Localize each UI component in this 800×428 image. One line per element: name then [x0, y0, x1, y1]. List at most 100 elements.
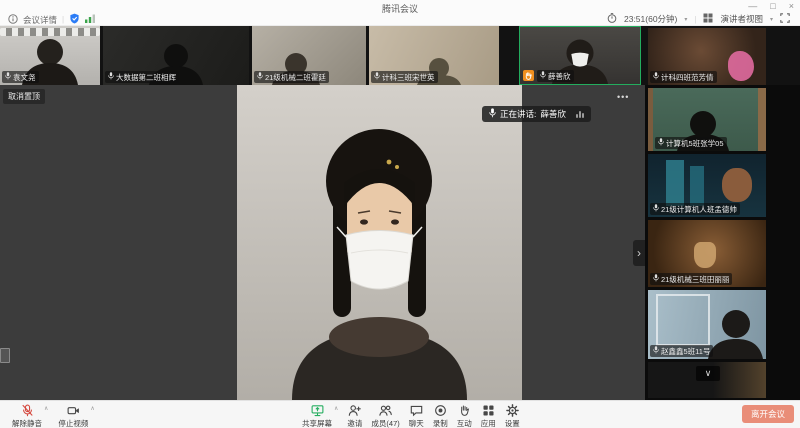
view-mode-caret-icon[interactable]: ▾: [770, 16, 773, 23]
video-tile[interactable]: 计算机5班张学05: [648, 88, 766, 151]
share-screen-icon: [311, 404, 324, 417]
background-object: [728, 51, 754, 81]
participant-nametag: 赵鑫鑫5班11号: [650, 345, 714, 357]
background-building: [666, 160, 684, 206]
hand-interact-icon: [458, 404, 471, 417]
unpin-button[interactable]: 取消置顶: [3, 89, 45, 104]
main-speaker-video[interactable]: [237, 85, 522, 400]
mic-icon: [257, 72, 263, 82]
toolbar-center-group: 共享屏幕 ∧ 邀请 成员(47) 聊天 录制 互动 应用 设置: [302, 404, 520, 428]
chat-button[interactable]: 聊天: [409, 404, 424, 428]
video-tile-active-speaker[interactable]: 薛善欣: [519, 26, 641, 85]
muted-mic-icon: [21, 404, 34, 417]
fullscreen-icon[interactable]: [780, 13, 790, 25]
share-screen-button[interactable]: 共享屏幕: [302, 404, 332, 428]
security-shield-icon[interactable]: [69, 13, 80, 26]
speaking-label: 正在讲话:: [500, 109, 537, 119]
invite-label: 邀请: [347, 419, 363, 428]
mic-icon: [5, 72, 11, 82]
speaking-indicator: 正在讲话: 薛善欣: [482, 106, 591, 122]
mic-options-caret-icon[interactable]: ∧: [44, 405, 48, 412]
record-label: 录制: [432, 419, 448, 428]
toolbar-left-group: 解除静音 ∧ 停止视频 ∧: [12, 404, 95, 428]
participant-nametag: 计科四班范芳倩: [650, 71, 717, 83]
view-mode-selector[interactable]: 演讲者视图: [720, 13, 763, 25]
participant-nametag: 计算机5班张学05: [655, 137, 727, 149]
mic-icon: [374, 72, 380, 82]
minimize-button[interactable]: —: [748, 1, 757, 11]
mic-icon: [540, 71, 546, 81]
video-tile[interactable]: 袁文尧: [0, 26, 100, 85]
participant-name: 21级机械二班霍廷: [265, 72, 326, 82]
participant-name: 计科四班范芳倩: [661, 72, 714, 82]
apps-button[interactable]: 应用: [481, 404, 496, 428]
members-button[interactable]: 成员(47): [371, 404, 400, 428]
video-tile[interactable]: 21级计算机人班孟德帅: [648, 154, 766, 217]
timer-icon: [607, 13, 617, 25]
video-tile[interactable]: 大数据第二班相辉: [103, 26, 249, 85]
mini-panel-icon[interactable]: [0, 348, 10, 363]
title-bar: 腾讯会议 — □ × 会议详情 | 23:51(60分钟) ▾ | 演讲者视图 …: [0, 0, 800, 26]
participant-face: [722, 168, 752, 202]
scroll-down-chevron-icon[interactable]: ∨: [696, 366, 720, 381]
divider: |: [694, 14, 697, 24]
participant-name: 计算机5班张学05: [666, 138, 724, 148]
video-options-caret-icon[interactable]: ∧: [90, 405, 94, 412]
close-button[interactable]: ×: [789, 1, 794, 11]
share-options-caret-icon[interactable]: ∧: [334, 405, 338, 412]
video-tile[interactable]: 赵鑫鑫5班11号: [648, 290, 766, 359]
sidebar-collapse-chevron-icon[interactable]: ›: [633, 240, 645, 266]
chat-bubble-icon: [410, 404, 423, 417]
chat-label: 聊天: [408, 419, 424, 428]
participant-name: 21级计算机人班孟德帅: [661, 204, 737, 214]
speaker-portrait: [292, 129, 467, 400]
interact-label: 互动: [456, 419, 472, 428]
interact-button[interactable]: 互动: [457, 404, 472, 428]
participant-name: 赵鑫鑫5班11号: [661, 346, 711, 356]
network-signal-icon[interactable]: [85, 14, 96, 25]
raised-hand-badge: [523, 70, 534, 81]
settings-button[interactable]: 设置: [505, 404, 520, 428]
video-tile[interactable]: 计科四班范芳倩: [648, 28, 766, 85]
share-screen-label: 共享屏幕: [302, 419, 332, 428]
participant-name: 21级机械三班田丽丽: [661, 274, 730, 284]
mic-icon: [653, 346, 659, 356]
background-object: [694, 242, 716, 268]
video-tile[interactable]: 计科三班宋世英: [369, 26, 499, 85]
record-button[interactable]: 录制: [433, 404, 448, 428]
camera-icon: [67, 404, 80, 417]
background-building: [690, 166, 704, 206]
duration-caret-icon[interactable]: ▾: [684, 16, 687, 23]
participant-nametag: 计科三班宋世英: [371, 71, 438, 83]
record-icon: [434, 404, 447, 417]
mic-icon: [108, 72, 114, 82]
voice-level-icon: [575, 110, 584, 118]
stop-video-button[interactable]: 停止视频: [58, 404, 88, 428]
window-controls: — □ ×: [748, 1, 794, 11]
participant-name: 计科三班宋世英: [382, 72, 435, 82]
meeting-duration: 23:51(60分钟): [623, 14, 678, 24]
stop-video-label: 停止视频: [58, 419, 89, 428]
members-icon: [379, 404, 392, 417]
leave-meeting-button[interactable]: 离开会议: [742, 405, 794, 423]
mic-icon: [653, 204, 659, 214]
meeting-details-link[interactable]: 会议详情: [23, 14, 57, 26]
members-label: 成员(47): [371, 419, 400, 428]
speaking-name: 薛善欣: [540, 109, 566, 119]
invite-button[interactable]: 邀请: [347, 404, 362, 428]
info-icon: [8, 13, 18, 26]
maximize-button[interactable]: □: [770, 1, 775, 11]
video-tile[interactable]: 21级机械三班田丽丽: [648, 220, 766, 287]
apps-label: 应用: [480, 419, 496, 428]
more-options-icon[interactable]: •••: [612, 90, 634, 104]
participant-name: 大数据第二班相辉: [116, 72, 176, 82]
meeting-info-group: 会议详情 |: [8, 13, 96, 26]
video-tile[interactable]: 21级机械二班霍廷: [252, 26, 366, 85]
participant-name: 薛善欣: [548, 71, 571, 81]
mic-icon: [658, 138, 664, 148]
main-stage: 取消置顶 ••• 正在讲话: 薛善欣 ›: [0, 85, 645, 400]
control-toolbar: 解除静音 ∧ 停止视频 ∧ 共享屏幕 ∧ 邀请 成员(47) 聊天 录制 互动 …: [0, 400, 800, 428]
settings-label: 设置: [504, 419, 520, 428]
unmute-button[interactable]: 解除静音: [12, 404, 42, 428]
invite-person-icon: [348, 404, 362, 417]
